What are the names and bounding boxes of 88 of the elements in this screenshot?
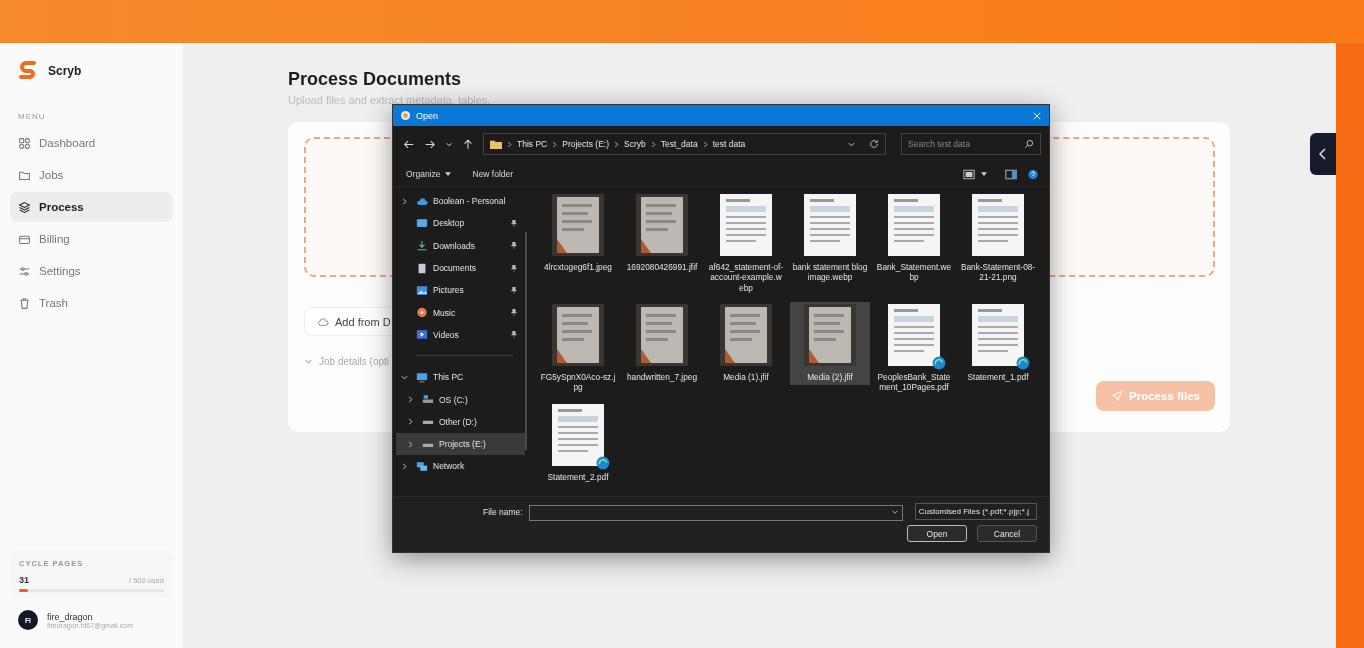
caret-icon xyxy=(444,171,451,177)
search-icon xyxy=(1024,139,1034,149)
nav-tree-item[interactable]: This PC xyxy=(396,366,525,389)
file-item[interactable]: PeoplesBank_Statement_10Pages.pdf xyxy=(874,302,954,396)
dialog-title: Open xyxy=(416,110,439,121)
nav-item[interactable]: Jobs xyxy=(10,160,173,190)
close-icon[interactable] xyxy=(1033,111,1041,120)
preview-pane-icon[interactable] xyxy=(1005,168,1017,180)
file-item[interactable]: bank statement blog image.webp xyxy=(790,192,870,286)
page-title: Process Documents xyxy=(288,69,463,90)
view-icon[interactable] xyxy=(963,168,975,180)
refresh-icon[interactable] xyxy=(869,139,879,149)
send-icon xyxy=(1111,390,1124,402)
nav-tree-item[interactable]: Boolean - Personal xyxy=(396,190,525,213)
caret-icon[interactable] xyxy=(981,171,987,177)
file-item[interactable]: handwritten_7.jpeg xyxy=(622,302,702,386)
breadcrumb[interactable]: Test_data xyxy=(660,139,698,149)
breadcrumb[interactable]: This PC xyxy=(517,139,548,149)
nav-item[interactable]: Dashboard xyxy=(10,128,173,158)
nav-tree-item[interactable]: Network xyxy=(396,455,525,478)
breadcrumb[interactable]: Scryb xyxy=(624,139,646,149)
organize-menu[interactable]: Organize xyxy=(401,167,456,181)
cloud-icon xyxy=(416,195,428,207)
network-icon xyxy=(416,460,428,472)
file-item[interactable]: Statement_2.pdf xyxy=(538,401,618,486)
desktop-icon xyxy=(416,217,428,229)
search-field[interactable]: Search test data xyxy=(901,133,1041,155)
breadcrumb[interactable]: test data xyxy=(712,139,746,149)
grid-icon xyxy=(18,136,31,150)
nav-item[interactable]: Trash xyxy=(10,288,173,318)
download-icon xyxy=(416,240,428,252)
documents-icon xyxy=(416,262,428,274)
new-folder-button[interactable]: New folder xyxy=(467,167,519,181)
usage-count: 31 xyxy=(19,575,29,585)
file-name-label: File name: xyxy=(483,506,523,517)
nav-tree-item[interactable]: Documents xyxy=(396,256,525,280)
file-item[interactable]: FG5ySpnX0Aco-sz.jpg xyxy=(538,302,618,396)
folder-icon xyxy=(490,139,502,149)
chevron-right-icon xyxy=(552,140,558,148)
file-item[interactable]: 1692080426991.jfif xyxy=(622,192,702,276)
app-icon xyxy=(400,110,411,121)
chevron-right-icon xyxy=(650,140,656,148)
os-drive-icon xyxy=(422,394,434,405)
expander-icon xyxy=(407,418,414,426)
chevron-right-icon xyxy=(507,140,512,148)
help-icon[interactable] xyxy=(1027,168,1039,180)
file-item[interactable]: Media (1).jfif xyxy=(706,302,786,386)
address-bar[interactable]: This PC Projects (E:) Scryb Test_data test data xyxy=(483,133,886,155)
file-item[interactable]: 4lrcxtogeg6f1.jpeg xyxy=(538,192,618,276)
expander-icon xyxy=(407,396,414,403)
nav-item[interactable]: Billing xyxy=(10,224,173,254)
expander-icon xyxy=(407,440,414,448)
file-item[interactable]: Bank-Statement-08-21-21.png xyxy=(958,192,1038,286)
nav-item[interactable]: Process xyxy=(10,192,173,222)
layers-icon xyxy=(18,200,31,214)
nav-tree-item[interactable]: Projects (E:) xyxy=(396,432,525,456)
chevron-icon xyxy=(304,357,313,366)
trash-icon xyxy=(18,296,31,310)
nav-tree-item[interactable]: Other (D:) xyxy=(396,410,525,433)
nav-tree-item[interactable]: Downloads xyxy=(396,234,525,257)
nav-tree-item[interactable]: OS (C:) xyxy=(396,388,525,411)
file-type-select[interactable]: Customised Files (*.pdf;*.pjp;*.j xyxy=(914,503,1037,520)
file-item[interactable]: Media (2).jfif xyxy=(790,302,870,386)
file-item[interactable]: Statement_1.pdf xyxy=(958,302,1038,386)
file-item[interactable]: Bank_Statement.webp xyxy=(874,192,954,286)
file-item[interactable]: af642_statement-of-account-example.webp xyxy=(706,192,786,297)
up-icon[interactable] xyxy=(462,137,474,151)
chevron-left-icon xyxy=(1318,146,1328,162)
music-icon xyxy=(416,307,428,319)
nav-item[interactable]: Settings xyxy=(10,256,173,286)
brand-name: Scryb xyxy=(48,64,82,78)
pictures-icon xyxy=(416,284,428,296)
cloud-icon xyxy=(317,315,329,328)
user-name: fire_dragon xyxy=(47,611,93,622)
cancel-button[interactable]: Cancel xyxy=(977,525,1037,542)
nav-tree-item[interactable]: Desktop xyxy=(396,212,525,235)
chevron-right-icon xyxy=(702,140,708,148)
breadcrumb[interactable]: Projects (E:) xyxy=(562,139,609,149)
pc-icon xyxy=(416,371,428,383)
logo-icon xyxy=(18,60,38,82)
nav-tree-item[interactable]: Pictures xyxy=(396,279,525,302)
open-button[interactable]: Open xyxy=(907,525,967,542)
chevron-right-icon xyxy=(614,140,619,148)
videos-icon xyxy=(416,329,428,341)
sliders-icon xyxy=(18,264,31,278)
menu-label: MENU xyxy=(18,112,47,121)
file-name-field[interactable] xyxy=(528,505,903,521)
collapse-button[interactable] xyxy=(1310,133,1336,175)
